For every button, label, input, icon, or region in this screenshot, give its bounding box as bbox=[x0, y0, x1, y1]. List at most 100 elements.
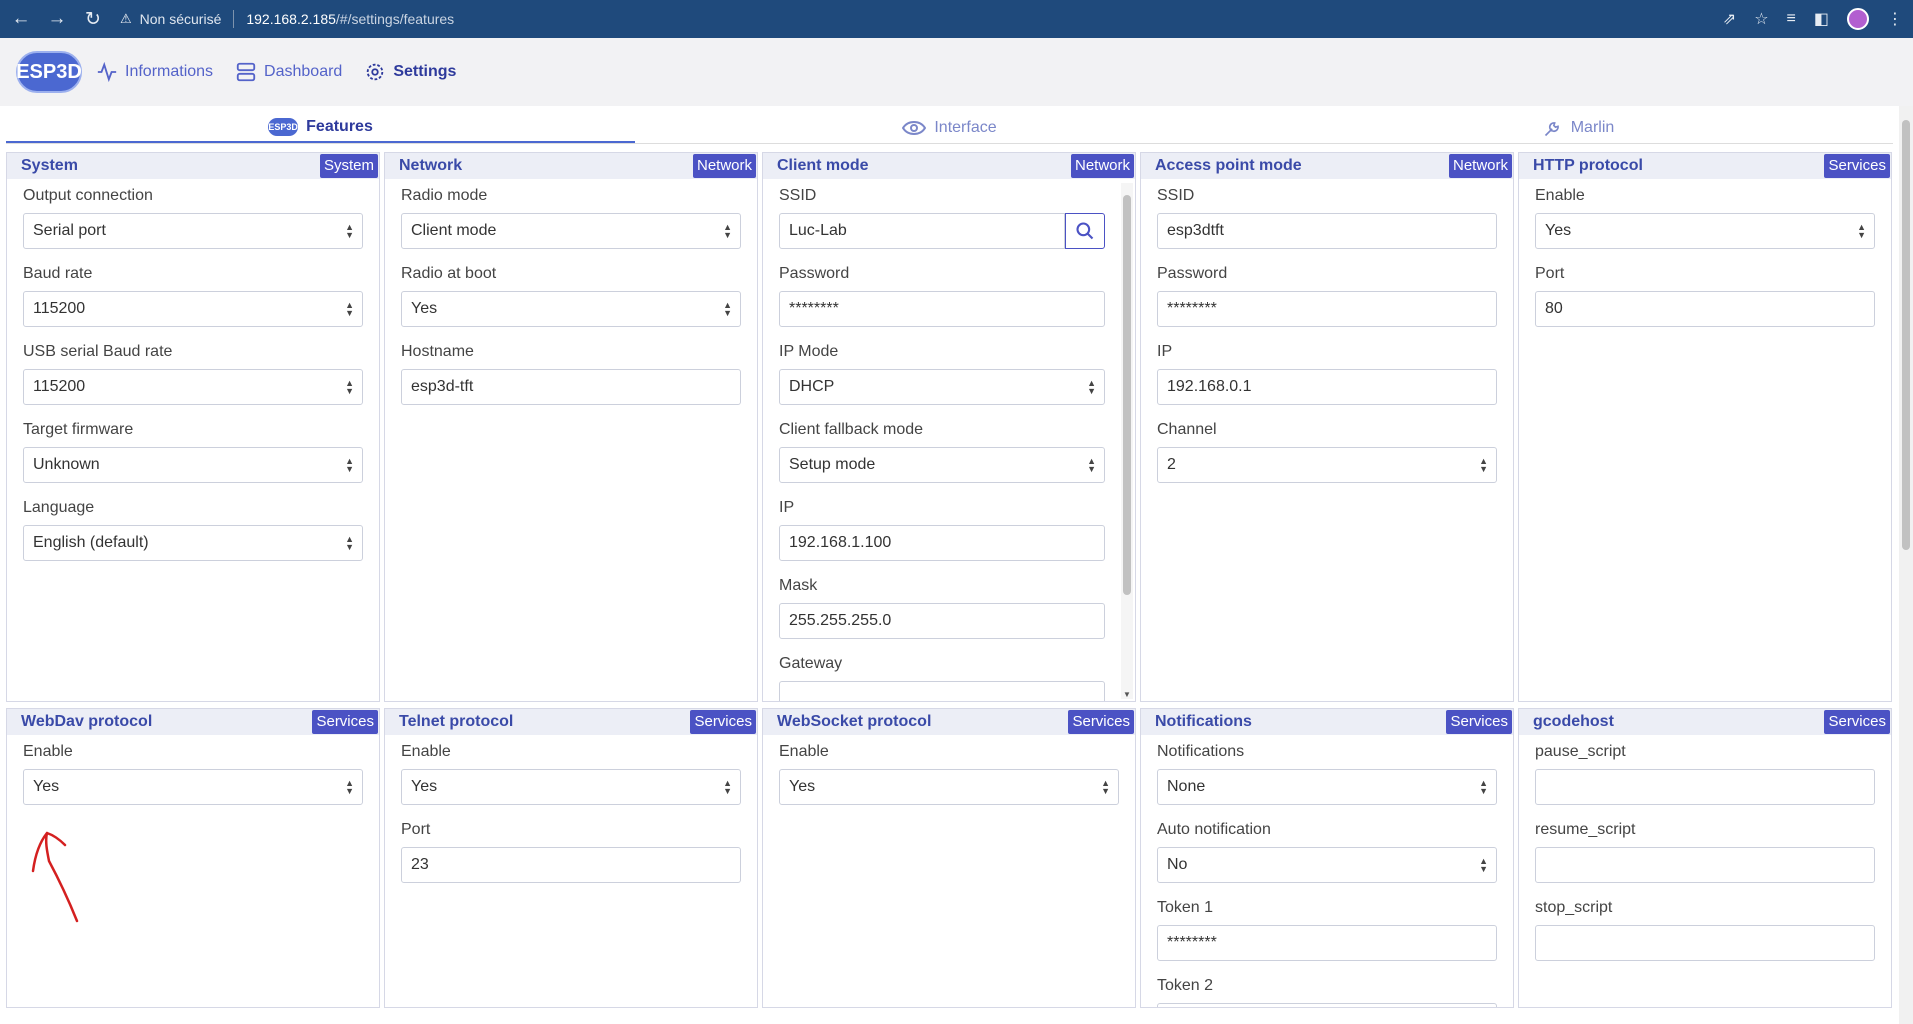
tab-interface[interactable]: Interface bbox=[635, 112, 1264, 143]
select-value: Setup mode bbox=[789, 456, 876, 473]
tab-features-label: Features bbox=[306, 117, 373, 135]
field-label: Radio mode bbox=[401, 187, 488, 204]
select-arrows-icon: ▲ ▼ bbox=[1479, 456, 1488, 474]
http-enable-select[interactable]: Yes ▲ ▼ bbox=[1535, 213, 1875, 249]
field-label: IP bbox=[779, 499, 795, 516]
field-label: Language bbox=[23, 499, 95, 516]
baud-rate-select[interactable]: 115200 ▲ ▼ bbox=[23, 291, 363, 327]
category-badge: Services bbox=[1824, 710, 1890, 734]
ap-ssid-input[interactable]: esp3dtft bbox=[1157, 213, 1497, 249]
panel-title: WebSocket protocol bbox=[777, 713, 932, 730]
app-navbar: ESP3D Informations Dashboard Settings bbox=[0, 38, 1913, 106]
panel-title: Client mode bbox=[777, 157, 869, 174]
resume-script-input[interactable] bbox=[1535, 847, 1875, 883]
notifications-select[interactable]: None ▲ ▼ bbox=[1157, 769, 1497, 805]
profile-avatar[interactable] bbox=[1847, 8, 1869, 30]
esp3d-logo[interactable]: ESP3D bbox=[16, 51, 82, 93]
client-fallback-select[interactable]: Setup mode ▲ ▼ bbox=[779, 447, 1105, 483]
ap-password-input[interactable]: ******** bbox=[1157, 291, 1497, 327]
input-value: esp3d-tft bbox=[411, 378, 474, 395]
radio-mode-select[interactable]: Client mode ▲ ▼ bbox=[401, 213, 741, 249]
select-value: Yes bbox=[411, 778, 438, 795]
tab-marlin-label: Marlin bbox=[1570, 118, 1615, 136]
field-label: Baud rate bbox=[23, 265, 93, 282]
ap-ip-input[interactable]: 192.168.0.1 bbox=[1157, 369, 1497, 405]
select-value: 115200 bbox=[33, 378, 86, 395]
client-password-input[interactable]: ******** bbox=[779, 291, 1105, 327]
forward-icon[interactable]: → bbox=[46, 8, 68, 30]
address-divider bbox=[233, 10, 235, 28]
nav-settings[interactable]: Settings bbox=[364, 61, 456, 83]
select-arrows-icon: ▲ ▼ bbox=[345, 456, 354, 474]
input-value: 192.168.1.100 bbox=[789, 534, 892, 551]
select-value: Serial port bbox=[33, 222, 106, 239]
client-ssid-input[interactable]: Luc-Lab bbox=[779, 213, 1065, 249]
radio-at-boot-select[interactable]: Yes ▲ ▼ bbox=[401, 291, 741, 327]
category-badge: Services bbox=[1068, 710, 1134, 734]
auto-notification-select[interactable]: No ▲ ▼ bbox=[1157, 847, 1497, 883]
token1-input[interactable]: ******** bbox=[1157, 925, 1497, 961]
field-label: Notifications bbox=[1157, 743, 1245, 760]
share-icon[interactable]: ⇗ bbox=[1723, 9, 1736, 29]
panel-network: Network Network Radio mode Client mode ▲ ▼ R… bbox=[384, 152, 758, 702]
panel-websocket: WebSocket protocol Services Enable Yes ▲ ▼ bbox=[762, 708, 1136, 1008]
scan-networks-button[interactable] bbox=[1065, 213, 1105, 249]
reload-icon[interactable]: ↻ bbox=[82, 8, 104, 31]
target-firmware-select[interactable]: Unknown ▲ ▼ bbox=[23, 447, 363, 483]
field-label: IP bbox=[1157, 343, 1173, 360]
back-icon[interactable]: ← bbox=[10, 8, 32, 30]
ip-mode-select[interactable]: DHCP ▲ ▼ bbox=[779, 369, 1105, 405]
wrench-icon bbox=[1544, 121, 1559, 136]
scroll-down-icon[interactable]: ▼ bbox=[1123, 690, 1131, 699]
select-value: 115200 bbox=[33, 300, 86, 317]
select-arrows-icon: ▲ ▼ bbox=[1101, 778, 1110, 796]
address-bar[interactable]: ⚠ Non sécurisé 192.168.2.185/#/settings/… bbox=[120, 10, 1723, 28]
input-value: 23 bbox=[411, 856, 429, 873]
sidepanel-icon[interactable]: ◧ bbox=[1814, 9, 1829, 29]
panel-title: WebDav protocol bbox=[21, 713, 153, 730]
stop-script-input[interactable] bbox=[1535, 925, 1875, 961]
field-label: Hostname bbox=[401, 343, 474, 360]
ap-channel-select[interactable]: 2 ▲ ▼ bbox=[1157, 447, 1497, 483]
nav-dashboard[interactable]: Dashboard bbox=[235, 61, 342, 83]
webdav-enable-select[interactable]: Yes ▲ ▼ bbox=[23, 769, 363, 805]
select-value: 2 bbox=[1167, 456, 1176, 473]
token2-input[interactable] bbox=[1157, 1003, 1497, 1007]
category-badge: System bbox=[319, 154, 378, 178]
hostname-input[interactable]: esp3d-tft bbox=[401, 369, 741, 405]
page-scrollbar[interactable] bbox=[1899, 106, 1913, 1024]
tab-marlin[interactable]: Marlin bbox=[1264, 112, 1893, 143]
client-ip-input[interactable]: 192.168.1.100 bbox=[779, 525, 1105, 561]
usb-baud-rate-select[interactable]: 115200 ▲ ▼ bbox=[23, 369, 363, 405]
panel-scrollbar-thumb[interactable] bbox=[1123, 195, 1131, 595]
field-label: Token 2 bbox=[1157, 977, 1214, 994]
tab-features[interactable]: ESP3D Features bbox=[6, 112, 635, 143]
panel-title: HTTP protocol bbox=[1533, 157, 1643, 174]
nav-informations[interactable]: Informations bbox=[96, 61, 213, 83]
input-value: Luc-Lab bbox=[789, 222, 847, 239]
bookmark-star-icon[interactable]: ☆ bbox=[1754, 9, 1768, 29]
field-label: USB serial Baud rate bbox=[23, 343, 173, 360]
client-gateway-input[interactable] bbox=[779, 681, 1105, 701]
http-port-input[interactable]: 80 bbox=[1535, 291, 1875, 327]
panel-scrollbar[interactable]: ▼ bbox=[1121, 183, 1133, 699]
warning-icon[interactable]: ⚠ bbox=[120, 11, 132, 27]
output-connection-select[interactable]: Serial port ▲ ▼ bbox=[23, 213, 363, 249]
pause-script-input[interactable] bbox=[1535, 769, 1875, 805]
category-badge: Services bbox=[690, 710, 756, 734]
panel-client-mode: Client mode Network SSID Luc-Lab Password… bbox=[762, 152, 1136, 702]
select-arrows-icon: ▲ ▼ bbox=[345, 300, 354, 318]
reading-list-icon[interactable]: ≡ bbox=[1787, 10, 1796, 28]
client-mask-input[interactable]: 255.255.255.0 bbox=[779, 603, 1105, 639]
esp3d-logo-icon: ESP3D bbox=[268, 117, 299, 136]
telnet-enable-select[interactable]: Yes ▲ ▼ bbox=[401, 769, 741, 805]
annotation-arrow bbox=[31, 831, 79, 923]
menu-icon[interactable]: ⋮ bbox=[1887, 9, 1903, 29]
page-scrollbar-thumb[interactable] bbox=[1902, 120, 1910, 550]
select-value: No bbox=[1167, 856, 1188, 873]
websocket-enable-select[interactable]: Yes ▲ ▼ bbox=[779, 769, 1119, 805]
language-select[interactable]: English (default) ▲ ▼ bbox=[23, 525, 363, 561]
panel-gcodehost: gcodehost Services pause_script resume_sc… bbox=[1518, 708, 1892, 1008]
url-text[interactable]: 192.168.2.185/#/settings/features bbox=[246, 11, 454, 27]
telnet-port-input[interactable]: 23 bbox=[401, 847, 741, 883]
